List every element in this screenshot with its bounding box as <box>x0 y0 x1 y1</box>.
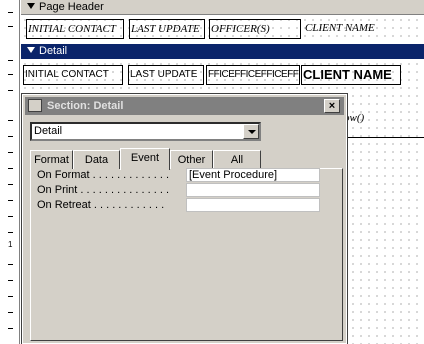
tab-other[interactable]: Other <box>170 150 213 169</box>
ruler-tick <box>8 280 13 281</box>
tab-all[interactable]: All <box>213 150 261 169</box>
page-header-label: Page Header <box>39 1 104 13</box>
object-selector-value: Detail <box>34 125 63 137</box>
property-row-on-format[interactable]: On Format . . . . . . . . . . . . . [Eve… <box>35 168 333 182</box>
ruler-tick <box>8 216 13 217</box>
ruler-tick <box>8 12 13 13</box>
ruler-tick <box>8 152 13 153</box>
tab-event[interactable]: Event <box>120 148 170 170</box>
ruler-tick <box>8 296 13 297</box>
detail-field-last-update[interactable]: LAST UPDATE <box>128 65 204 85</box>
ruler-tick <box>8 90 13 91</box>
header-label-officers[interactable]: OFFICER(S) <box>209 19 301 39</box>
close-button[interactable]: × <box>324 99 340 113</box>
property-label: On Format . . . . . . . . . . . . . <box>37 169 170 181</box>
ruler-tick <box>8 328 13 329</box>
dialog-title: Section: Detail <box>47 100 124 112</box>
chevron-down-icon[interactable] <box>243 124 259 139</box>
detail-field-officers[interactable]: FFICEFFICEFFICEFFICE <box>206 65 300 85</box>
header-label-client-name[interactable]: CLIENT NAME <box>303 19 393 39</box>
ruler-tick <box>8 232 13 233</box>
ruler-tick <box>8 168 13 169</box>
ruler-tick <box>8 74 13 75</box>
header-label-initial-contact[interactable]: INITIAL CONTACT <box>26 19 124 39</box>
property-value-field[interactable] <box>186 198 320 212</box>
ruler-tick <box>8 26 13 27</box>
ruler-tick <box>8 200 13 201</box>
section-properties-dialog[interactable]: Section: Detail × Detail Format Data Eve… <box>21 93 348 344</box>
section-divider <box>346 137 424 138</box>
property-row-on-retreat[interactable]: On Retreat . . . . . . . . . . . . <box>35 198 333 212</box>
header-label-last-update[interactable]: LAST UPDATE <box>129 19 205 39</box>
page-header-bar[interactable]: Page Header <box>21 0 424 15</box>
ruler-tick <box>8 60 13 61</box>
dialog-title-bar[interactable]: Section: Detail × <box>25 97 344 115</box>
ruler-tick <box>8 312 13 313</box>
property-row-on-print[interactable]: On Print . . . . . . . . . . . . . . . <box>35 183 333 197</box>
ruler-tick <box>8 120 13 121</box>
detail-field-initial-contact[interactable]: INITIAL CONTACT <box>23 65 123 85</box>
object-selector[interactable]: Detail <box>30 122 261 141</box>
properties-window-icon <box>28 99 42 112</box>
detail-bar[interactable]: Detail <box>21 44 424 59</box>
detail-label: Detail <box>39 45 68 57</box>
detail-field-client-name[interactable]: CLIENT NAME <box>301 65 401 85</box>
property-label: On Retreat . . . . . . . . . . . . <box>37 199 165 211</box>
ruler-tick <box>8 136 13 137</box>
ruler-number: 1 <box>8 240 13 249</box>
property-value-field[interactable]: [Event Procedure] <box>186 168 320 182</box>
tab-data[interactable]: Data <box>73 150 120 169</box>
footer-function-fragment[interactable]: ow() <box>344 112 364 124</box>
ruler-tick <box>8 184 13 185</box>
vertical-ruler: 1 <box>0 0 20 344</box>
property-label: On Print . . . . . . . . . . . . . . . <box>37 184 170 196</box>
section-arrow-icon <box>27 3 35 9</box>
ruler-tick <box>8 264 13 265</box>
tab-format[interactable]: Format <box>30 150 73 169</box>
section-arrow-icon <box>27 47 35 53</box>
property-value-field[interactable] <box>186 183 320 197</box>
